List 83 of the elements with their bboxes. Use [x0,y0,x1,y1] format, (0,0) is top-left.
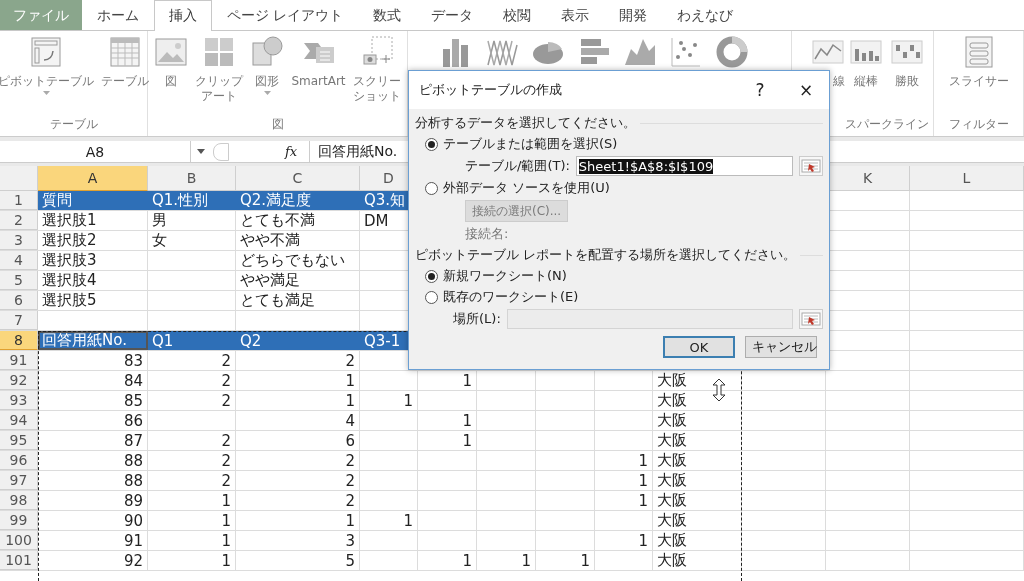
table-cell-text: 選択肢1 [41,211,98,230]
table-cell-text: 2 [220,451,232,470]
table-cell-text: どちらでもない [239,251,346,270]
table-cell-text: 1 [402,511,414,530]
table-cell-text: 2 [220,431,232,450]
table-cell-text: 1 [461,431,473,450]
table-cell-text: 88 [122,451,144,470]
dialog-title: ピボットテーブルの作成 [419,81,563,99]
table-cell-text: 1 [637,471,649,490]
table-cell-text: 2 [344,451,356,470]
table-cell-text: 1 [220,531,232,550]
table-cell-text: 1 [220,491,232,510]
table-cell-text: 89 [122,491,144,510]
connection-name-label: 接続名: [464,225,510,243]
table-cell-text: 86 [122,411,144,430]
table-cell-text: 大阪 [656,531,688,550]
table-cell-text: 6 [344,431,356,450]
header-cell: Q1.性別 [148,191,236,210]
section-heading: 分析するデータを選択してください。 [415,114,636,132]
table-cell-text: 大阪 [656,471,688,490]
table-cell-text: 1 [220,551,232,570]
table-cell-text: 選択肢2 [41,231,98,250]
table-cell-text: 5 [344,551,356,570]
table-cell-text: 大阪 [656,451,688,470]
table-cell-text: やや満足 [239,271,301,290]
group-label: フィルター [948,117,1009,131]
table-cell-text: 90 [122,511,144,530]
table-cell-text: とても不満 [239,211,316,230]
table-cell-text: 1 [461,411,473,430]
table-cell-text: 大阪 [656,551,688,570]
table-cell-text: 2 [344,491,356,510]
field-label: 場所(L): [453,310,501,328]
header-cell: Q1 [148,331,236,350]
group-label: 図 [271,117,284,131]
table-cell-text: とても満足 [239,291,316,310]
table-cell-text: 1 [579,551,591,570]
table-cell-text: 大阪 [656,511,688,530]
table-cell-text: 1 [461,371,473,390]
table-cell-text: 男 [151,211,168,230]
table-cell-text: 84 [122,371,144,390]
table-cell-text: 1 [344,391,356,410]
table-cell-text: 2 [220,391,232,410]
table-cell-text: 1 [461,551,473,570]
table-cell-text: 83 [122,351,144,370]
table-cell-text: 2 [220,371,232,390]
table-cell-text: 女 [151,231,168,250]
table-cell-text: 2 [344,351,356,370]
table-cell-text: 92 [122,551,144,570]
table-cell-text: 1 [344,511,356,530]
table-cell-text: 4 [344,411,356,430]
table-cell-text: 大阪 [656,371,688,390]
table-cell-text: やや不満 [239,231,301,250]
group-label: スパークライン [845,117,929,131]
table-cell-text: 3 [344,531,356,550]
table-cell-text: 91 [122,531,144,550]
section-heading: ピボットテーブル レポートを配置する場所を選択してください。 [415,246,797,264]
table-cell-text: 2 [220,471,232,490]
header-cell: Q2 [236,331,360,350]
group-label: テーブル [49,117,98,131]
header-cell: Q2.満足度 [236,191,360,210]
table-cell-text: 大阪 [656,391,688,410]
table-cell-text: 87 [122,431,144,450]
table-cell-text: 2 [344,471,356,490]
table-cell-text: 85 [122,391,144,410]
header-cell: 質問 [38,191,148,210]
table-cell-text: DM [363,211,390,230]
table-cell-text: 1 [402,391,414,410]
table-cell-text: 1 [637,451,649,470]
table-cell-text: 大阪 [656,431,688,450]
table-cell-text: 1 [637,531,649,550]
table-cell-text: 1 [344,371,356,390]
table-cell-text: 選択肢4 [41,271,98,290]
table-cell-text: 1 [637,491,649,510]
table-cell-text: 2 [220,351,232,370]
field-label: テーブル/範囲(T): [465,157,570,175]
table-cell-text: 大阪 [656,491,688,510]
table-cell-text: 選択肢5 [41,291,98,310]
header-cell: 回答用紙No. [38,331,148,350]
table-cell-text: 1 [220,511,232,530]
table-cell-text: 大阪 [656,411,688,430]
table-cell-text: 1 [520,551,532,570]
table-cell-text: 選択肢3 [41,251,98,270]
table-cell-text: 88 [122,471,144,490]
